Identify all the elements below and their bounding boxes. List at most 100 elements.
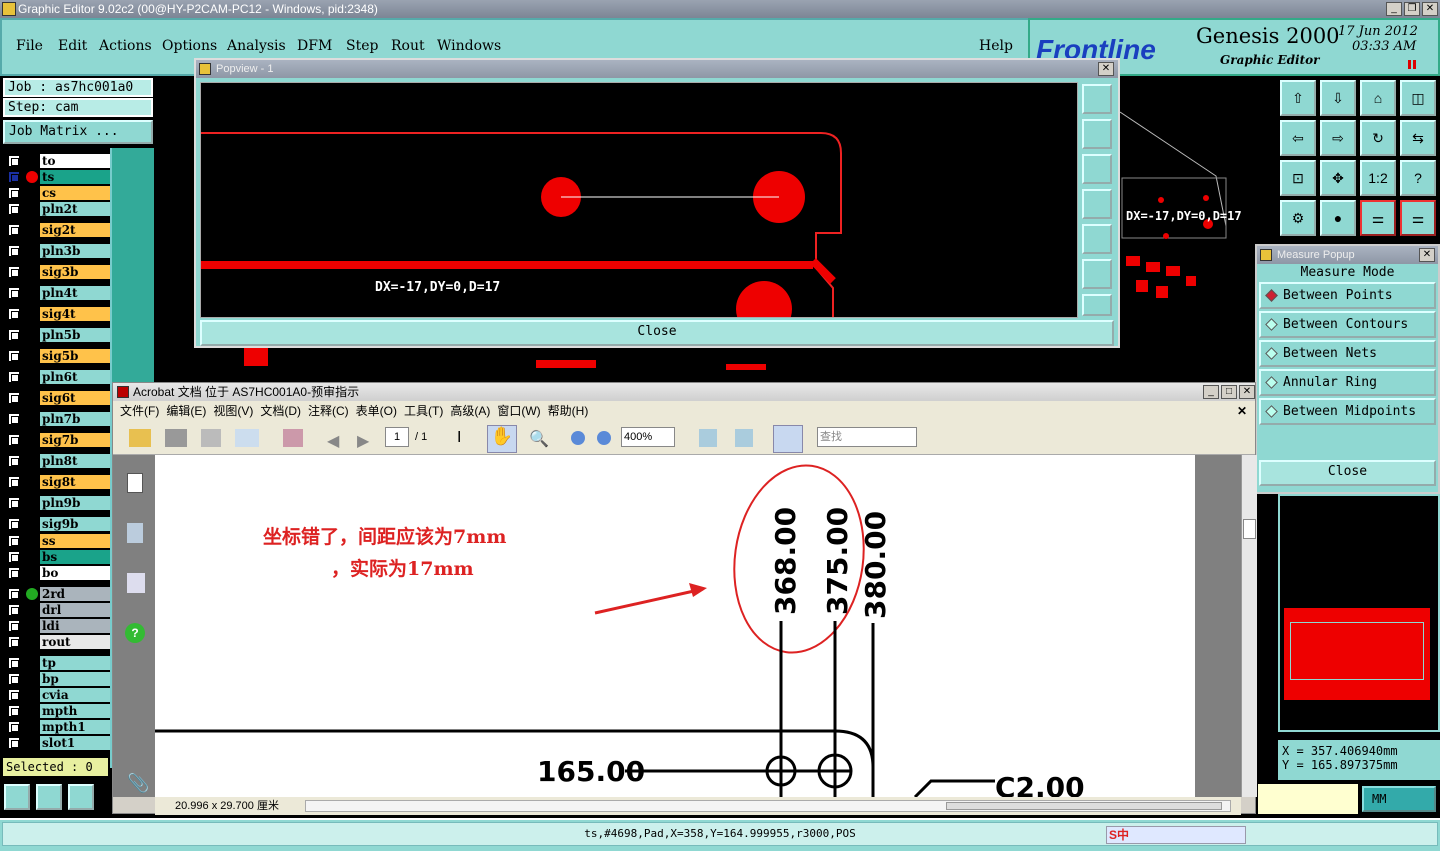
layer-checkbox[interactable]: [8, 476, 20, 488]
pv-zoom-out-icon[interactable]: [1082, 294, 1112, 316]
layer-row[interactable]: rout: [6, 635, 110, 650]
layer-row[interactable]: 2rd: [6, 587, 110, 602]
layer-row[interactable]: sig4t: [6, 307, 110, 322]
vertical-scrollbar-track[interactable]: [1241, 455, 1257, 797]
layer-checkbox[interactable]: [8, 287, 20, 299]
pv-zoom-fit-icon[interactable]: [1082, 84, 1112, 114]
layer-row[interactable]: mpth: [6, 704, 110, 719]
menu-step[interactable]: Step: [346, 38, 378, 54]
document-view[interactable]: 坐标错了，间距应该为7mm ，实际为17mm 368.00 375.00 380…: [155, 455, 1241, 797]
layer-checkbox[interactable]: [8, 705, 20, 717]
pan-right-icon[interactable]: ⇨: [1320, 120, 1356, 156]
layer-row[interactable]: drl: [6, 603, 110, 618]
layer-row[interactable]: sig5b: [6, 349, 110, 364]
acrobat-menu-item[interactable]: 注释(C): [308, 404, 349, 418]
option-between-midpoints[interactable]: Between Midpoints: [1259, 398, 1436, 425]
layer-filter-icon[interactable]: ⚌: [1400, 200, 1436, 236]
help-icon[interactable]: ?: [1400, 160, 1436, 196]
zoom-tool-icon[interactable]: 🔍: [529, 429, 549, 449]
acrobat-close[interactable]: ✕: [1239, 385, 1255, 399]
popview-canvas[interactable]: DX=-17,DY=0,D=17: [200, 82, 1078, 318]
layer-checkbox[interactable]: [8, 308, 20, 320]
layer-row[interactable]: ldi: [6, 619, 110, 634]
hand-tool-icon[interactable]: ✋: [487, 425, 517, 453]
grid-tool-icon[interactable]: [68, 784, 94, 810]
layer-checkbox[interactable]: [8, 455, 20, 467]
pv-pan-right-icon[interactable]: [1082, 224, 1112, 254]
pv-pan-down-icon[interactable]: [1082, 154, 1112, 184]
window-layout-icon[interactable]: ◫: [1400, 80, 1436, 116]
pv-pan-left-icon[interactable]: [1082, 189, 1112, 219]
layer-row[interactable]: pln2t: [6, 202, 110, 217]
option-between-contours[interactable]: Between Contours: [1259, 311, 1436, 338]
layer-row[interactable]: to: [6, 154, 110, 169]
close-window-button[interactable]: ✕: [1422, 2, 1438, 16]
signatures-icon[interactable]: [127, 573, 145, 593]
menu-dfm[interactable]: DFM: [297, 38, 332, 54]
measure-close-x[interactable]: ✕: [1419, 248, 1435, 262]
job-matrix-button[interactable]: Job Matrix ...: [3, 120, 153, 144]
layer-row[interactable]: cvia: [6, 688, 110, 703]
help-question-icon[interactable]: ?: [125, 623, 145, 643]
zoom-fit-icon[interactable]: ⊡: [1280, 160, 1316, 196]
option-between-points[interactable]: Between Points: [1259, 282, 1436, 309]
fit-width-icon[interactable]: [735, 429, 753, 447]
menu-analysis[interactable]: Analysis: [227, 38, 286, 54]
menu-rout[interactable]: Rout: [391, 38, 425, 54]
zoom-ratio-icon[interactable]: 1:2: [1360, 160, 1396, 196]
layer-row[interactable]: tp: [6, 656, 110, 671]
layer-row[interactable]: pln4t: [6, 286, 110, 301]
zoom-center-icon[interactable]: ✥: [1320, 160, 1356, 196]
zoom-level-select[interactable]: 400%: [621, 427, 675, 447]
layer-row[interactable]: pln9b: [6, 496, 110, 511]
acrobat-menu-item[interactable]: 帮助(H): [548, 404, 589, 418]
print-icon[interactable]: [165, 429, 187, 447]
layer-checkbox[interactable]: [8, 673, 20, 685]
layer-row[interactable]: sig7b: [6, 433, 110, 448]
layer-checkbox[interactable]: [8, 224, 20, 236]
save-icon[interactable]: [201, 429, 221, 447]
pages-icon[interactable]: [127, 473, 143, 493]
zoom-out-icon[interactable]: [571, 431, 585, 445]
popview-close-x[interactable]: ✕: [1098, 62, 1114, 76]
zoom-in-icon[interactable]: [597, 431, 611, 445]
layer-checkbox[interactable]: [8, 567, 20, 579]
acrobat-menu-item[interactable]: 工具(T): [404, 404, 443, 418]
layer-checkbox[interactable]: [8, 636, 20, 648]
fit-page-icon[interactable]: [699, 429, 717, 447]
layer-row[interactable]: sig3b: [6, 265, 110, 280]
overview-panel[interactable]: [1278, 494, 1440, 732]
home-icon[interactable]: ⌂: [1360, 80, 1396, 116]
acrobat-menu-item[interactable]: 表单(O): [356, 404, 397, 418]
layer-checkbox[interactable]: [8, 266, 20, 278]
acrobat-menu-item[interactable]: 文件(F): [120, 404, 159, 418]
layer-checkbox[interactable]: [8, 392, 20, 404]
pan-left-icon[interactable]: ⇦: [1280, 120, 1316, 156]
layer-row[interactable]: mpth1: [6, 720, 110, 735]
layer-checkbox[interactable]: [8, 497, 20, 509]
layer-row[interactable]: pln6t: [6, 370, 110, 385]
overview-viewport[interactable]: [1290, 622, 1424, 680]
layer-checkbox[interactable]: [8, 518, 20, 530]
pause-icon[interactable]: [1408, 60, 1416, 69]
layer-row[interactable]: sig6t: [6, 391, 110, 406]
measure-tool-icon[interactable]: [36, 784, 62, 810]
layer-row[interactable]: sig2t: [6, 223, 110, 238]
search-input[interactable]: 查找: [817, 427, 917, 447]
layer-row[interactable]: pln8t: [6, 454, 110, 469]
layer-row[interactable]: cs: [6, 186, 110, 201]
attachment-icon[interactable]: 📎: [127, 773, 149, 794]
minimize-button[interactable]: _: [1386, 2, 1402, 16]
horizontal-scrollbar[interactable]: [305, 800, 1231, 812]
layer-checkbox[interactable]: [8, 657, 20, 669]
vertical-scroll-thumb[interactable]: [1243, 519, 1256, 539]
menu-options[interactable]: Options: [162, 38, 217, 54]
layer-checkbox[interactable]: [8, 155, 20, 167]
layer-row[interactable]: slot1: [6, 736, 110, 751]
layer-checkbox[interactable]: [8, 329, 20, 341]
layer-row[interactable]: bs: [6, 550, 110, 565]
close-document-icon[interactable]: ✕: [1237, 401, 1247, 421]
menu-windows[interactable]: Windows: [437, 38, 501, 54]
home-down-icon[interactable]: ⇩: [1320, 80, 1356, 116]
unit-selector[interactable]: MM: [1362, 786, 1436, 812]
